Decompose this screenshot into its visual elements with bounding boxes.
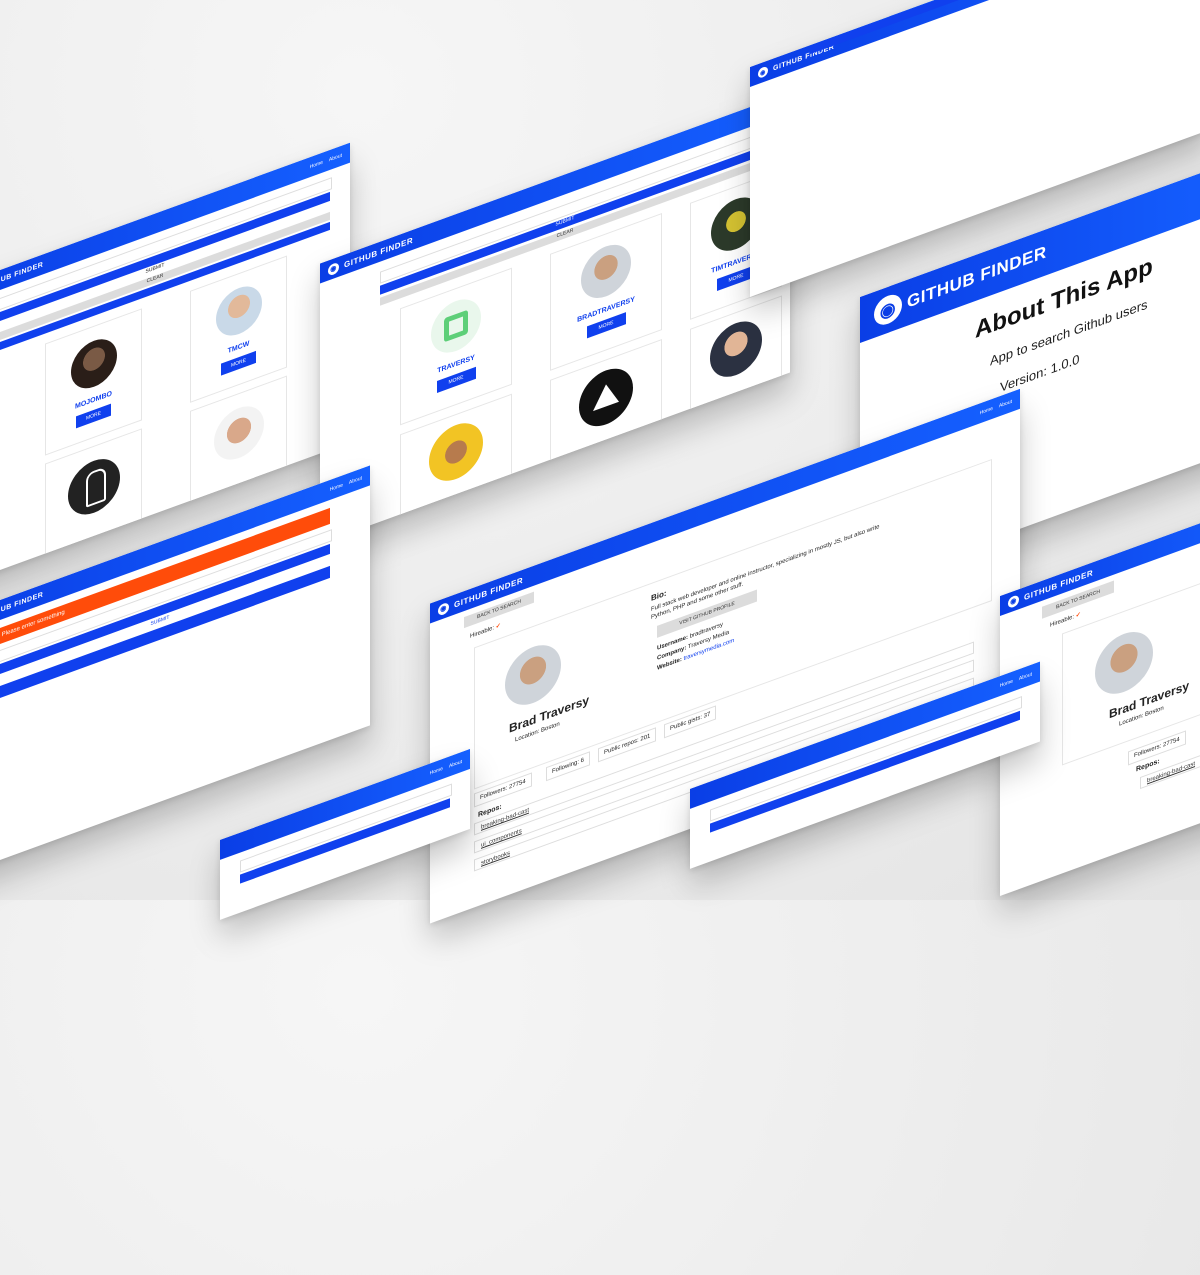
nav-about-link[interactable]: About — [329, 153, 342, 164]
avatar — [579, 360, 633, 435]
profile-avatar — [505, 636, 561, 714]
more-button[interactable]: MORE — [221, 350, 256, 376]
hireable-label: Hireable: — [470, 625, 495, 640]
nav-links: Home About — [330, 475, 362, 493]
following-text: Following: 6 — [552, 757, 585, 776]
nav-links: Home About — [1000, 671, 1032, 689]
mockup-board: ◉ GITHUB FINDER Home About SUBMIT CLEAR … — [0, 0, 1200, 924]
github-logo-icon: ◉ — [328, 261, 339, 277]
bio-text: Full stack web developer and online inst… — [651, 523, 880, 622]
checkmark-icon: ✔ — [1075, 611, 1081, 620]
avatar — [581, 237, 631, 306]
mountain-icon — [593, 379, 619, 412]
nav-links: Home About — [430, 759, 462, 777]
traversy-logo-mark — [444, 309, 468, 343]
github-logo-icon: ◉ — [1008, 593, 1019, 609]
screen-search-results-center: ◉ GITHUB FINDER Home About SUBMIT CLEAR … — [320, 92, 790, 544]
nav-about-link[interactable]: About — [999, 399, 1012, 410]
nav-about-link[interactable]: About — [349, 475, 362, 486]
repo-link[interactable]: storybooks — [481, 850, 510, 867]
hireable-label: Hireable: — [1050, 614, 1075, 629]
more-button[interactable]: MORE — [76, 403, 111, 429]
avatar — [213, 399, 264, 468]
avatar — [215, 279, 262, 343]
nav-home-link[interactable]: Home — [1000, 678, 1013, 689]
nav-links: Home About — [310, 153, 342, 171]
github-logo-icon: ◉ — [758, 65, 768, 80]
github-logo-icon: ◉ — [874, 290, 902, 329]
nav-home-link[interactable]: Home — [310, 159, 323, 170]
nav-home-link[interactable]: Home — [430, 766, 443, 777]
hireable-row: Hireable: ✔ — [470, 622, 501, 640]
nav-about-link[interactable]: About — [449, 759, 462, 770]
avatar — [710, 313, 762, 385]
avatar — [431, 291, 481, 361]
avatar — [70, 332, 117, 396]
github-logo-icon: ◉ — [438, 601, 449, 617]
followers-text: Followers: 27754 — [1134, 736, 1180, 760]
avatar — [429, 415, 483, 489]
nav-home-link[interactable]: Home — [980, 406, 993, 417]
nav-links: Home About — [980, 399, 1012, 417]
octobot-figure — [85, 466, 106, 508]
nav-about-link[interactable]: About — [1019, 671, 1032, 682]
checkmark-icon: ✔ — [495, 622, 501, 631]
profile-avatar — [1095, 623, 1153, 703]
nav-home-link[interactable]: Home — [330, 482, 343, 493]
avatar — [67, 451, 120, 523]
